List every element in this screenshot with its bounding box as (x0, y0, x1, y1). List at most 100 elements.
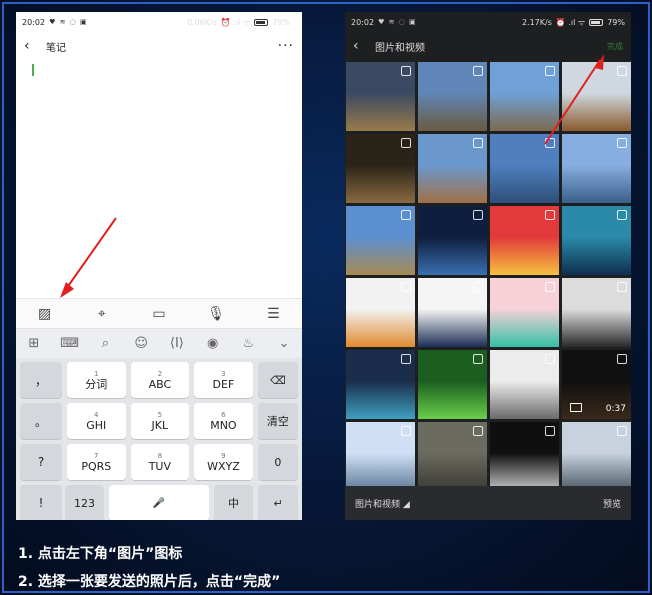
keyboard-toolbar: ⊞ ⌨ ⌕ ☺ ⟨I⟩ ◉ ♨ ⌄ (16, 328, 302, 358)
photo-thumbnail[interactable] (562, 422, 631, 491)
select-checkbox[interactable] (617, 282, 627, 292)
photo-thumbnail[interactable] (418, 206, 487, 275)
collapse-icon[interactable]: ⌄ (272, 336, 296, 351)
numbers-key[interactable]: 123 (64, 485, 105, 520)
select-checkbox[interactable] (545, 282, 555, 292)
key-number: 6 (221, 410, 226, 419)
zero-key[interactable]: 0 (257, 444, 298, 480)
key-number: 9 (221, 451, 226, 460)
page-title: 笔记 (46, 42, 66, 54)
photo-thumbnail[interactable] (490, 278, 559, 347)
select-checkbox[interactable] (401, 282, 411, 292)
space-key[interactable]: 🎤 (109, 485, 209, 520)
key-comma[interactable]: ， (20, 362, 62, 398)
key-number: 7 (94, 451, 99, 460)
photo-thumbnail[interactable] (418, 278, 487, 347)
select-checkbox[interactable] (473, 354, 483, 364)
key-1[interactable]: 1 分词 (67, 362, 126, 398)
key-6[interactable]: 6 MNO (194, 403, 253, 439)
select-checkbox[interactable] (617, 426, 627, 436)
select-checkbox[interactable] (401, 354, 411, 364)
key-label: TUV (148, 459, 171, 473)
t9-keyboard: ， 。 ? ! 1 分词 2 ABC 3 DEF ⌫ 4 GHI 5 JKL 6 MNO 清… (16, 358, 302, 520)
key-number: 1 (94, 369, 99, 378)
photo-thumbnail[interactable]: 0:37 (562, 350, 631, 419)
photo-thumbnail[interactable] (490, 422, 559, 491)
red-pointer-arrow (544, 54, 604, 145)
more-options-icon[interactable]: ··· (278, 38, 294, 54)
keyboard-icon[interactable]: ⌨ (58, 336, 82, 351)
select-checkbox[interactable] (401, 210, 411, 220)
key-5[interactable]: 5 JKL (130, 403, 190, 439)
photo-thumbnail[interactable] (418, 422, 487, 491)
battery-icon (254, 18, 269, 26)
punctuation-column: ， 。 ? ! (20, 362, 62, 520)
key-7[interactable]: 7 PQRS (67, 444, 126, 480)
editor-toolbar: ▨ ⌖ ▭ 🎙 ☰ (16, 298, 302, 328)
key-question[interactable]: ? (20, 444, 62, 480)
photo-thumbnail[interactable] (346, 206, 415, 275)
status-time: 20:02 (22, 17, 46, 27)
voice-icon[interactable]: ◉ (201, 336, 225, 351)
key-2[interactable]: 2 ABC (130, 362, 190, 398)
select-checkbox[interactable] (401, 426, 411, 436)
cursor-icon[interactable]: ⟨I⟩ (165, 336, 189, 351)
image-icon[interactable]: ▨ (33, 306, 57, 322)
key-label: MNO (210, 418, 237, 432)
select-checkbox[interactable] (473, 426, 483, 436)
location-icon[interactable]: ⌖ (90, 306, 114, 322)
key-number: 2 (157, 369, 163, 378)
select-checkbox[interactable] (545, 354, 555, 364)
emoji-icon[interactable]: ☺ (129, 336, 153, 351)
key-3[interactable]: 3 DEF (194, 362, 253, 398)
key-number: 8 (157, 451, 163, 460)
note-editor[interactable] (16, 60, 302, 298)
photo-thumbnail[interactable] (562, 206, 631, 275)
photo-thumbnail[interactable] (490, 350, 559, 419)
clear-key[interactable]: 清空 (257, 403, 298, 439)
key-4[interactable]: 4 GHI (67, 403, 126, 439)
microphone-icon[interactable]: 🎙 (204, 306, 228, 322)
language-switch-key[interactable]: 中 (213, 485, 254, 520)
grid-icon[interactable]: ⊞ (22, 336, 46, 351)
search-icon[interactable]: ⌕ (93, 336, 117, 351)
instruction-step-2: 2. 选择一张要发送的照片后，点击“完成” (18, 574, 281, 590)
notification-icons: ♥ ≋ ◌ ▣ (49, 18, 88, 26)
photo-thumbnail[interactable] (418, 350, 487, 419)
key-label: DEF (212, 377, 235, 391)
enter-key[interactable]: ↵ (258, 485, 298, 520)
key-exclaim[interactable]: ! (20, 485, 62, 520)
gallery-bottom-bar: 图片和视频 ◢ 预览 (345, 486, 631, 520)
key-period[interactable]: 。 (20, 403, 62, 439)
keyboard-row-1: 1 分词 2 ABC 3 DEF ⌫ (67, 362, 298, 398)
keyboard-row-2: 4 GHI 5 JKL 6 MNO 清空 (67, 403, 298, 439)
folder-icon[interactable]: ▭ (147, 306, 171, 322)
back-arrow-icon[interactable]: ‹ (24, 39, 38, 53)
key-9[interactable]: 9 WXYZ (194, 444, 253, 480)
list-icon[interactable]: ☰ (261, 306, 285, 322)
photo-thumbnail[interactable] (346, 422, 415, 491)
select-checkbox[interactable] (545, 210, 555, 220)
photo-thumbnail[interactable] (346, 278, 415, 347)
red-pointer-arrow (60, 217, 117, 298)
key-8[interactable]: 8 TUV (130, 444, 190, 480)
signal-icons: ⏰ .ıl ᯤ (220, 17, 251, 27)
backspace-key[interactable]: ⌫ (257, 362, 298, 398)
key-number: 4 (94, 410, 99, 419)
select-checkbox[interactable] (545, 426, 555, 436)
photo-thumbnail[interactable] (562, 278, 631, 347)
network-speed: 0.06K/s (186, 17, 217, 27)
instruction-step-1: 1. 点击左下角“图片”图标 (18, 546, 183, 562)
preview-button[interactable]: 预览 (603, 497, 621, 510)
select-checkbox[interactable] (473, 282, 483, 292)
photo-thumbnail[interactable] (490, 206, 559, 275)
select-checkbox[interactable] (617, 354, 627, 364)
select-checkbox[interactable] (473, 210, 483, 220)
select-checkbox[interactable] (617, 210, 627, 220)
key-label: 分词 (85, 377, 108, 391)
badge-icon[interactable]: ♨ (236, 336, 260, 351)
album-selector[interactable]: 图片和视频 ◢ (355, 497, 410, 510)
photo-thumbnail[interactable] (346, 350, 415, 419)
video-duration: 0:37 (605, 404, 626, 414)
notes-phone-screen: 20:02 ♥ ≋ ◌ ▣ 0.06K/s ⏰ .ıl ᯤ 79% ‹ 笔记 ·… (16, 12, 302, 520)
